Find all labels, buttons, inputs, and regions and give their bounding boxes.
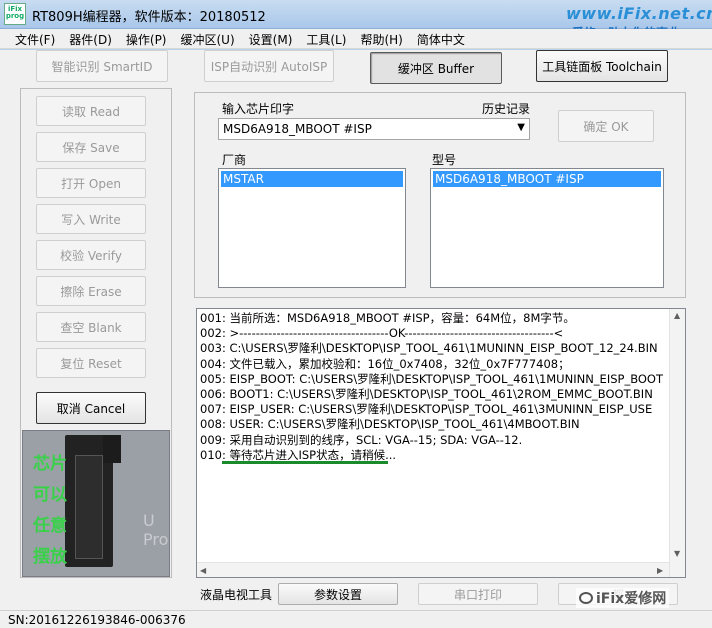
watermark-text: iFix爱修网 bbox=[596, 591, 667, 607]
serial-number: SN:20161226193846-006376 bbox=[8, 613, 186, 627]
log-vertical-scrollbar[interactable]: ▲ ▼ bbox=[669, 309, 685, 577]
buffer-button[interactable]: 缓冲区 Buffer bbox=[370, 52, 502, 84]
tv-tools-label: 液晶电视工具 bbox=[200, 588, 273, 602]
log-line: 002: >----------------------------------… bbox=[200, 326, 564, 341]
title-bar: iFix prog RT809H编程器，软件版本：20180512 www.iF… bbox=[0, 0, 712, 40]
socket-body bbox=[65, 435, 121, 567]
log-line: 009: 采用自动识别到的线序，SCL: VGA--15; SDA: VGA--… bbox=[200, 432, 523, 447]
open-button[interactable]: 打开 Open bbox=[36, 168, 146, 198]
log-output[interactable]: 001: 当前所选：MSD6A918_MBOOT #ISP，容量：64M位，8M… bbox=[196, 308, 686, 578]
overlay-word-2: 可以 bbox=[33, 485, 67, 505]
log-lines: 001: 当前所选：MSD6A918_MBOOT #ISP，容量：64M位，8M… bbox=[200, 311, 670, 463]
scroll-up-arrow-icon[interactable]: ▲ bbox=[674, 311, 680, 320]
log-line: 003: C:\USERS\罗隆利\DESKTOP\ISP_TOOL_461\1… bbox=[200, 341, 658, 356]
chip-input-label: 输入芯片印字 bbox=[222, 102, 295, 116]
serial-print-button[interactable]: 串口打印 bbox=[418, 583, 538, 605]
save-button[interactable]: 保存 Save bbox=[36, 132, 146, 162]
watermark: iFix爱修网 bbox=[576, 588, 670, 608]
status-bar: SN:20161226193846-006376 bbox=[0, 610, 712, 628]
verify-button[interactable]: 校验 Verify bbox=[36, 240, 146, 270]
image-faint-text: U Pro bbox=[143, 511, 169, 549]
vendor-item-mstar[interactable]: MSTAR bbox=[221, 171, 403, 187]
dropdown-arrow-icon[interactable]: ▼ bbox=[517, 122, 525, 133]
overlay-word-3: 任意 bbox=[33, 516, 67, 536]
scroll-down-arrow-icon[interactable]: ▼ bbox=[674, 549, 680, 558]
brand-url: www.iFix.net.cn bbox=[566, 4, 712, 23]
chip-socket-image: U Pro 芯片 可以 任意 摆放 bbox=[22, 430, 170, 577]
model-item-msd6a918[interactable]: MSD6A918_MBOOT #ISP bbox=[433, 171, 661, 187]
read-button[interactable]: 读取 Read bbox=[36, 96, 146, 126]
cancel-button[interactable]: 取消 Cancel bbox=[36, 392, 146, 424]
socket-lever bbox=[103, 435, 121, 463]
menu-help[interactable]: 帮助(H) bbox=[353, 29, 409, 49]
log-line: 001: 当前所选：MSD6A918_MBOOT #ISP，容量：64M位，8M… bbox=[200, 311, 575, 325]
app-logo-icon: iFix prog bbox=[4, 3, 26, 25]
log-horizontal-scrollbar[interactable]: ◀ ▶ bbox=[197, 562, 669, 577]
log-line: 008: USER: C:\USERS\罗隆利\DESKTOP\ISP_TOOL… bbox=[200, 417, 580, 432]
model-label: 型号 bbox=[432, 153, 457, 167]
model-list[interactable]: MSD6A918_MBOOT #ISP bbox=[430, 168, 664, 288]
autoisp-button[interactable]: ISP自动识别 AutoISP bbox=[204, 50, 334, 82]
toolchain-button[interactable]: 工具链面板 Toolchain bbox=[536, 50, 668, 82]
log-line: 004: 文件已载入，累加校验和：16位_0x7408，32位_0x7F7774… bbox=[200, 356, 570, 371]
socket-slot bbox=[75, 455, 103, 559]
menu-tools[interactable]: 工具(L) bbox=[299, 29, 353, 49]
chip-marking-value: MSD6A918_MBOOT #ISP bbox=[223, 122, 372, 136]
menu-file[interactable]: 文件(F) bbox=[8, 29, 62, 49]
menu-bar: 文件(F) 器件(D) 操作(P) 缓冲区(U) 设置(M) 工具(L) 帮助(H) 简体中文 bbox=[0, 29, 712, 49]
menu-language[interactable]: 简体中文 bbox=[410, 29, 472, 49]
vendor-label: 厂商 bbox=[222, 153, 247, 167]
overlay-word-1: 芯片 bbox=[33, 454, 67, 474]
blank-button[interactable]: 查空 Blank bbox=[36, 312, 146, 342]
menu-buffer[interactable]: 缓冲区(U) bbox=[174, 29, 242, 49]
erase-button[interactable]: 擦除 Erase bbox=[36, 276, 146, 306]
overlay-word-4: 摆放 bbox=[33, 547, 67, 567]
scroll-left-arrow-icon[interactable]: ◀ bbox=[200, 566, 206, 575]
log-line: 006: BOOT1: C:\USERS\罗隆利\DESKTOP\ISP_TOO… bbox=[200, 386, 653, 401]
reset-button[interactable]: 复位 Reset bbox=[36, 348, 146, 378]
wechat-icon bbox=[579, 592, 593, 604]
ok-button[interactable]: 确定 OK bbox=[558, 110, 654, 142]
smartid-button[interactable]: 智能识别 SmartID bbox=[36, 50, 168, 82]
write-button[interactable]: 写入 Write bbox=[36, 204, 146, 234]
log-line: 007: EISP_USER: C:\USERS\罗隆利\DESKTOP\ISP… bbox=[200, 402, 653, 417]
scroll-right-arrow-icon[interactable]: ▶ bbox=[657, 566, 663, 575]
window-title: RT809H编程器，软件版本：20180512 bbox=[32, 10, 266, 25]
menu-settings[interactable]: 设置(M) bbox=[242, 29, 300, 49]
menu-operation[interactable]: 操作(P) bbox=[119, 29, 174, 49]
vendor-list[interactable]: MSTAR bbox=[218, 168, 406, 288]
params-button[interactable]: 参数设置 bbox=[278, 583, 398, 605]
menu-device[interactable]: 器件(D) bbox=[62, 29, 119, 49]
chip-marking-combo[interactable]: MSD6A918_MBOOT #ISP ▼ bbox=[218, 118, 530, 140]
log-line: 005: EISP_BOOT: C:\USERS\罗隆利\DESKTOP\ISP… bbox=[200, 371, 664, 386]
history-label: 历史记录 bbox=[482, 102, 531, 116]
log-highlight-underline bbox=[222, 461, 388, 464]
